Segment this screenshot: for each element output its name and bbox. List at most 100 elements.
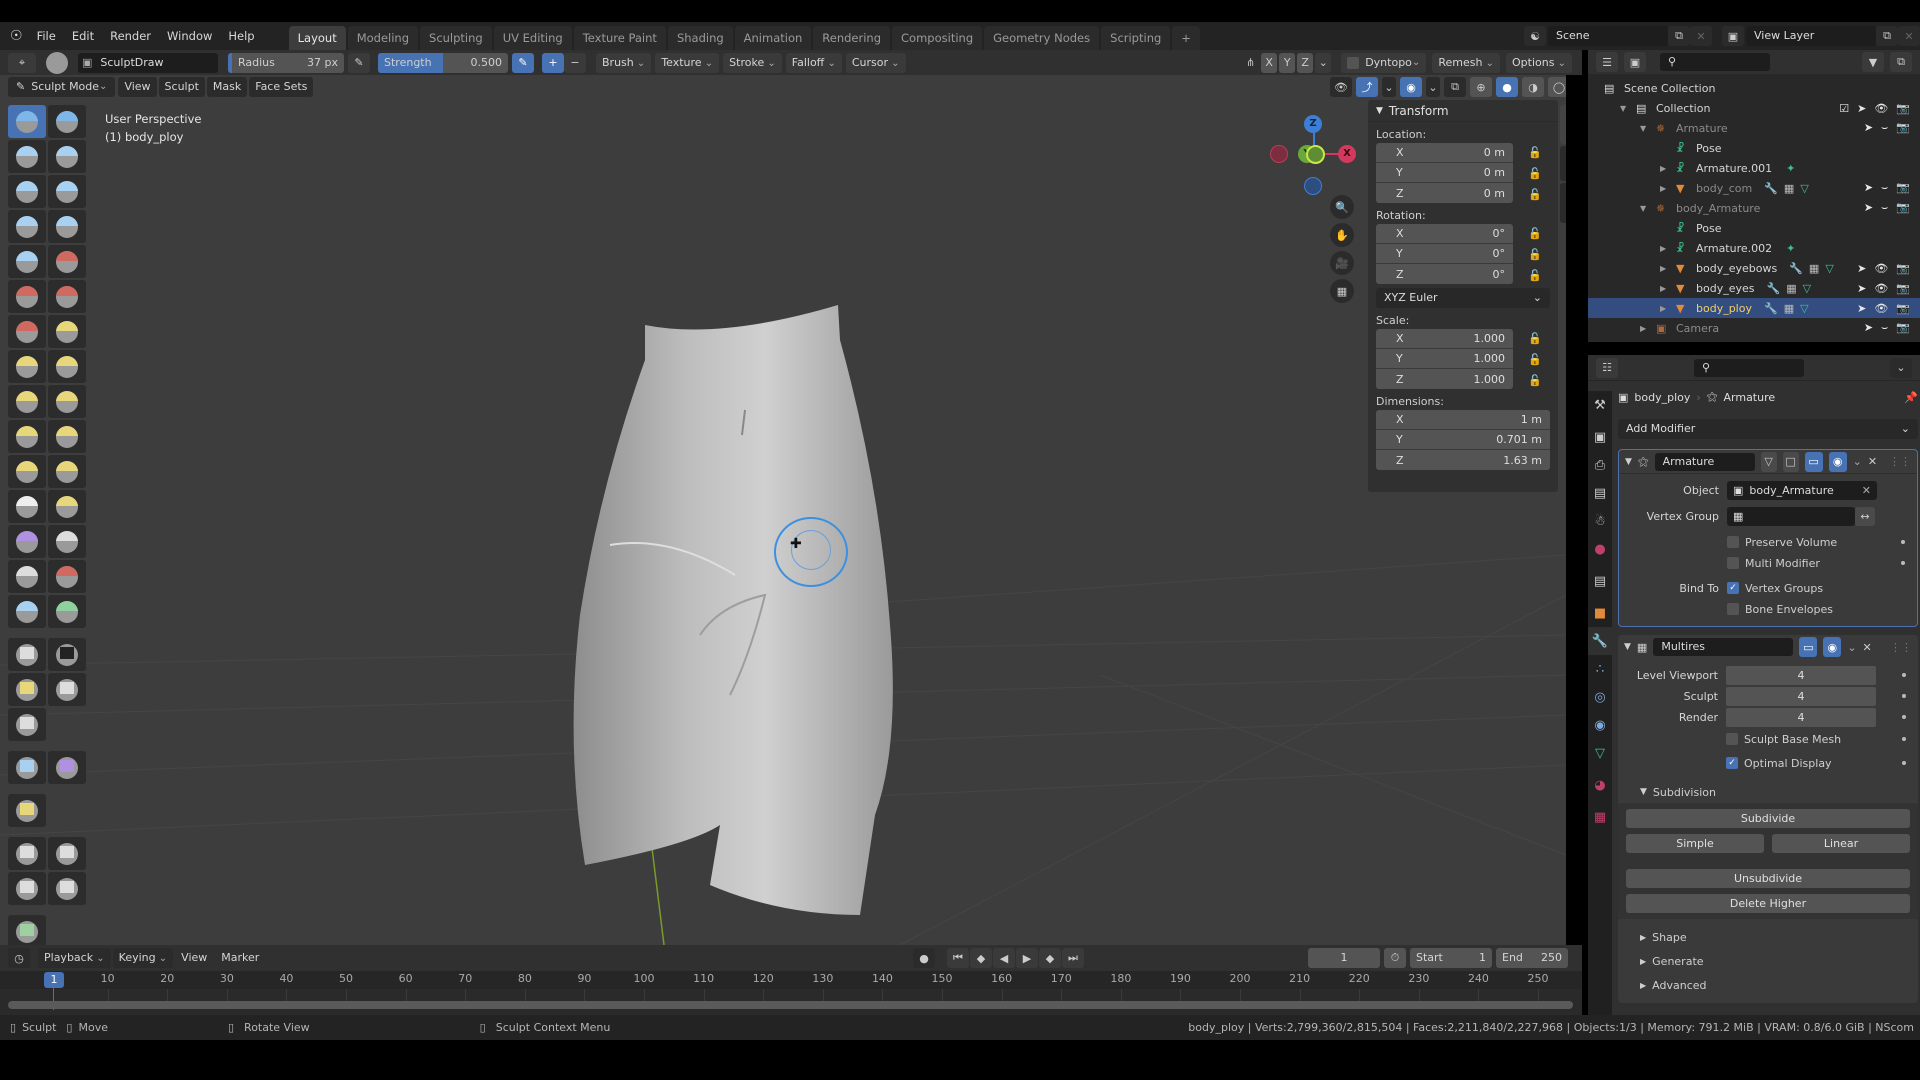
pin-icon[interactable]: 📌 <box>1904 391 1918 404</box>
timeline-menu-playback[interactable]: Playback <box>38 948 111 968</box>
edit-mode-toggle-icon[interactable]: ▽ <box>1760 451 1777 472</box>
sculpt-tool-button[interactable] <box>48 350 86 383</box>
menu-mask[interactable]: Mask <box>206 77 248 97</box>
direction-subtract-button[interactable]: − <box>564 52 586 73</box>
sculpt-tool-button[interactable] <box>48 525 86 558</box>
transform-tool-button[interactable] <box>48 872 86 905</box>
mode-selector[interactable]: ✎ Sculpt Mode <box>8 77 116 97</box>
sculpt-tool-button[interactable] <box>48 315 86 348</box>
keyframe-dot-icon[interactable] <box>1901 540 1905 544</box>
rendered-shading-icon[interactable]: ◯ <box>1548 77 1566 97</box>
sculpt-tool-button[interactable] <box>8 175 46 208</box>
timeline-menu-keying[interactable]: Keying <box>112 948 174 968</box>
vertex-groups-checkbox[interactable]: ✓ <box>1727 582 1739 594</box>
outliner-item[interactable]: ☧ Pose <box>1588 138 1920 158</box>
delete-view-layer-icon[interactable]: ✕ <box>1898 26 1920 46</box>
dimensions-z-field[interactable]: Z 1.63 m <box>1376 450 1550 470</box>
hidden-eye-icon[interactable]: ⌣ <box>1881 181 1888 195</box>
direction-add-button[interactable]: + <box>542 52 564 73</box>
eye-icon[interactable]: 👁 <box>1874 262 1888 275</box>
material-shading-icon[interactable]: ◑ <box>1522 77 1544 97</box>
hidden-eye-icon[interactable]: ⌣ <box>1881 321 1888 335</box>
mesh-data-icon[interactable]: ▽ <box>1825 262 1833 275</box>
properties-tab-material-icon[interactable]: ◕ <box>1588 771 1612 799</box>
solid-shading-icon[interactable]: ● <box>1496 77 1518 97</box>
symmetry-x-toggle[interactable]: X <box>1261 52 1278 73</box>
outliner-item[interactable]: ▶ ☧ Armature.001 ✦ <box>1588 158 1920 178</box>
sculpt-tool-button[interactable] <box>8 140 46 173</box>
tab-animation[interactable]: Animation <box>734 26 812 50</box>
drag-handle-icon[interactable]: ⋮⋮ <box>1890 641 1912 654</box>
play-icon[interactable]: ▶ <box>1016 948 1038 968</box>
outliner-editor-type-icon[interactable]: ☰ <box>1596 52 1618 72</box>
current-frame-field[interactable]: 1 <box>1308 948 1380 968</box>
sculpt-tool-button[interactable] <box>8 280 46 313</box>
navigation-gizmo[interactable]: Z X Y <box>1270 115 1360 195</box>
sculpt-tool-button[interactable] <box>48 385 86 418</box>
modifier-wrench-icon[interactable]: 🔧 <box>1764 302 1778 315</box>
outliner-item[interactable]: ▶ ☧ Armature.002 ✦ <box>1588 238 1920 258</box>
tab-texture-paint[interactable]: Texture Paint <box>573 26 666 50</box>
sidebar-tab-tool[interactable]: Tool <box>1560 145 1566 182</box>
outliner-item[interactable]: ▤ Scene Collection <box>1588 78 1920 98</box>
sculpt-tool-button[interactable] <box>48 210 86 243</box>
sculpt-tool-button[interactable] <box>8 455 46 488</box>
sculpt-tool-button[interactable] <box>48 245 86 278</box>
menu-sculpt[interactable]: Sculpt <box>158 77 205 97</box>
add-workspace-button[interactable]: + <box>1172 26 1200 50</box>
selectable-arrow-icon[interactable]: ➤ <box>1857 102 1866 115</box>
linear-button[interactable]: Linear <box>1772 834 1910 853</box>
remove-modifier-icon[interactable]: ✕ <box>1868 455 1877 468</box>
mesh-data-icon[interactable]: ▽ <box>1800 302 1808 315</box>
new-view-layer-icon[interactable]: ⧉ <box>1876 26 1898 46</box>
symmetry-dropdown[interactable]: ⌄ <box>1315 52 1332 73</box>
location-z-field[interactable]: Z 0 m <box>1376 183 1513 203</box>
selectable-arrow-icon[interactable]: ➤ <box>1864 201 1873 215</box>
viewport-display-toggle-icon[interactable]: ▭ <box>1799 637 1818 657</box>
selectable-arrow-icon[interactable]: ➤ <box>1864 181 1873 195</box>
lock-icon[interactable]: 🔓 <box>1528 353 1542 366</box>
render-toggle-icon[interactable]: ◉ <box>1823 637 1842 657</box>
level-viewport-field[interactable]: 4 <box>1726 665 1876 685</box>
options-dropdown[interactable]: Options <box>1505 52 1572 73</box>
xray-toggle-icon[interactable]: ⧉ <box>1444 77 1466 97</box>
sculpt-tool-button[interactable] <box>48 560 86 593</box>
mask-brush-tool-button[interactable] <box>8 638 46 671</box>
new-scene-icon[interactable]: ⧉ <box>1668 26 1690 46</box>
tab-modeling[interactable]: Modeling <box>347 26 419 50</box>
strength-slider[interactable]: Strength 0.500 <box>378 52 508 73</box>
bone-icon[interactable]: ✦ <box>1786 162 1795 175</box>
sidebar-tab-view[interactable]: View <box>1560 183 1566 223</box>
sculpt-tool-button[interactable] <box>48 595 86 628</box>
keyframe-dot-icon[interactable] <box>1902 694 1906 698</box>
timeline-editor-type-icon[interactable]: ◷ <box>8 948 30 968</box>
mesh-data-icon[interactable]: ▽ <box>1803 282 1811 295</box>
cursor-dropdown[interactable]: Cursor <box>845 52 906 73</box>
menu-edit[interactable]: Edit <box>64 22 102 50</box>
edit-face-set-tool-button[interactable] <box>8 794 46 827</box>
sculpt-tool-button[interactable] <box>48 455 86 488</box>
box-mask-tool-button[interactable] <box>48 638 86 671</box>
wireframe-shading-icon[interactable]: ⊕ <box>1470 77 1492 97</box>
modifier-menu-icon[interactable]: ⌄ <box>1853 455 1862 468</box>
selectable-arrow-icon[interactable]: ➤ <box>1864 121 1873 135</box>
transform-panel-header[interactable]: ▼ Transform <box>1368 100 1558 122</box>
properties-tab-output-icon[interactable]: ⎙ <box>1588 451 1612 479</box>
tab-geometry-nodes[interactable]: Geometry Nodes <box>984 26 1100 50</box>
render-camera-icon[interactable]: 📷 <box>1896 321 1910 335</box>
selectable-arrow-icon[interactable]: ➤ <box>1857 302 1866 315</box>
properties-search-input[interactable]: ⚲ <box>1694 358 1804 377</box>
location-y-field[interactable]: Y 0 m <box>1376 163 1513 183</box>
properties-tab-texture-icon[interactable]: ▦ <box>1588 803 1612 831</box>
modifier-wrench-icon[interactable]: 🔧 <box>1766 282 1780 295</box>
3d-viewport[interactable]: ✚ ✎ Sculpt Mode ViewSculptMaskFace Sets … <box>0 75 1566 945</box>
location-x-field[interactable]: X 0 m <box>1376 143 1513 163</box>
prev-keyframe-icon[interactable]: ◆ <box>970 948 992 968</box>
sculpt-tool-button[interactable] <box>48 140 86 173</box>
expand-arrow-icon[interactable]: ▼ <box>1620 104 1632 113</box>
outliner-item[interactable]: ▶ ▼ body_eyebows ➤ 👁 📷 🔧 ▦ ▽ <box>1588 258 1920 278</box>
outliner-search-input[interactable]: ⚲ <box>1660 53 1770 71</box>
timeline-menu-view[interactable]: View <box>175 948 213 968</box>
sculpt-base-mesh-checkbox[interactable] <box>1726 733 1738 745</box>
rotation-y-field[interactable]: Y 0° <box>1376 244 1513 264</box>
